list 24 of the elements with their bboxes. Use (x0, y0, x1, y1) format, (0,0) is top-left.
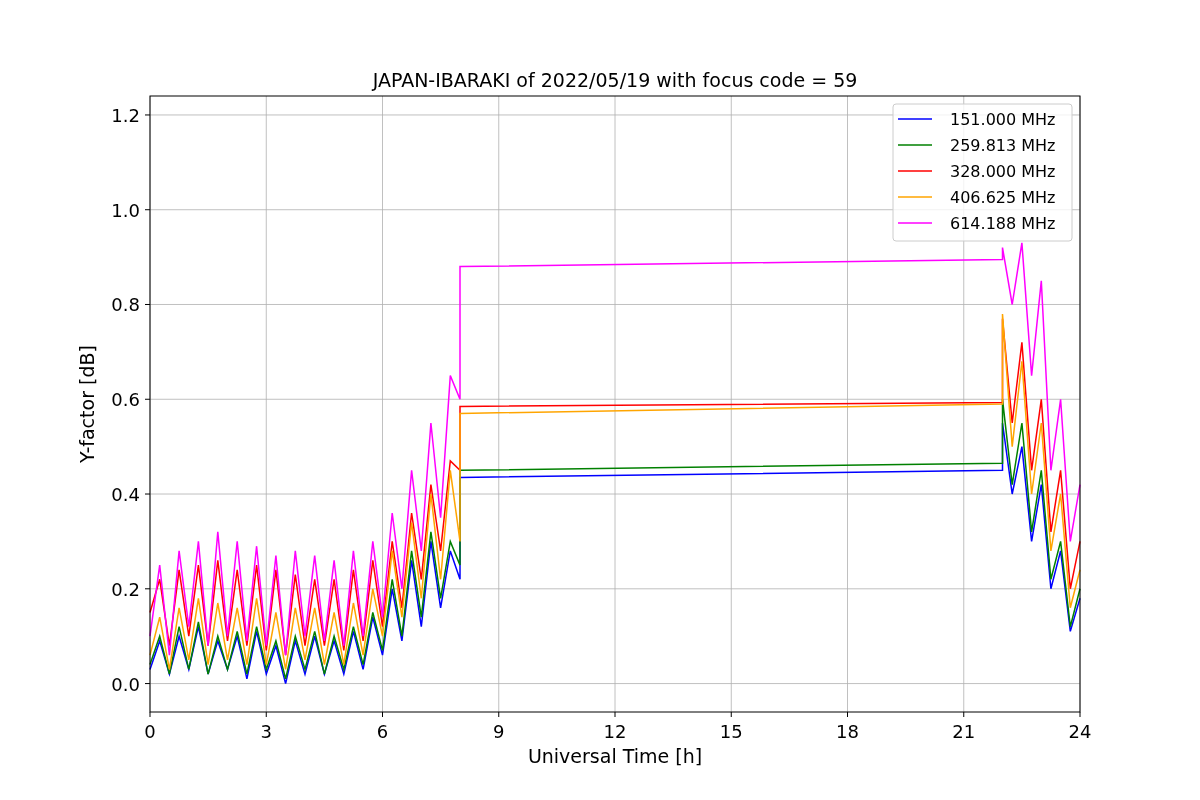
legend-label: 259.813 MHz (950, 136, 1056, 155)
x-tick-label: 9 (493, 721, 505, 742)
legend-label: 614.188 MHz (950, 214, 1056, 233)
chart-title: JAPAN-IBARAKI of 2022/05/19 with focus code = 59 (372, 69, 858, 91)
x-tick-label: 18 (836, 721, 859, 742)
y-tick-label: 0.6 (111, 389, 140, 411)
y-axis-label: Y-factor [dB] (76, 345, 98, 463)
legend-label: 328.000 MHz (950, 162, 1056, 181)
legend-label: 406.625 MHz (950, 188, 1056, 207)
y-tick-label: 1.2 (111, 104, 140, 126)
y-tick-label: 0.4 (111, 484, 140, 506)
x-tick-label: 0 (144, 721, 156, 742)
x-tick-label: 21 (952, 721, 976, 742)
x-tick-label: 15 (719, 721, 743, 742)
y-tick-label: 0.0 (111, 673, 140, 695)
y-tick-label: 1.0 (111, 199, 140, 221)
x-tick-label: 3 (260, 721, 272, 742)
x-tick-label: 24 (1068, 721, 1092, 742)
legend-label: 151.000 MHz (950, 110, 1056, 129)
y-tick-label: 0.2 (111, 578, 140, 600)
y-tick-label: 0.8 (111, 294, 140, 316)
x-axis-label: Universal Time [h] (527, 745, 703, 767)
x-tick-label: 6 (376, 721, 389, 742)
x-tick-label: 12 (603, 721, 627, 742)
